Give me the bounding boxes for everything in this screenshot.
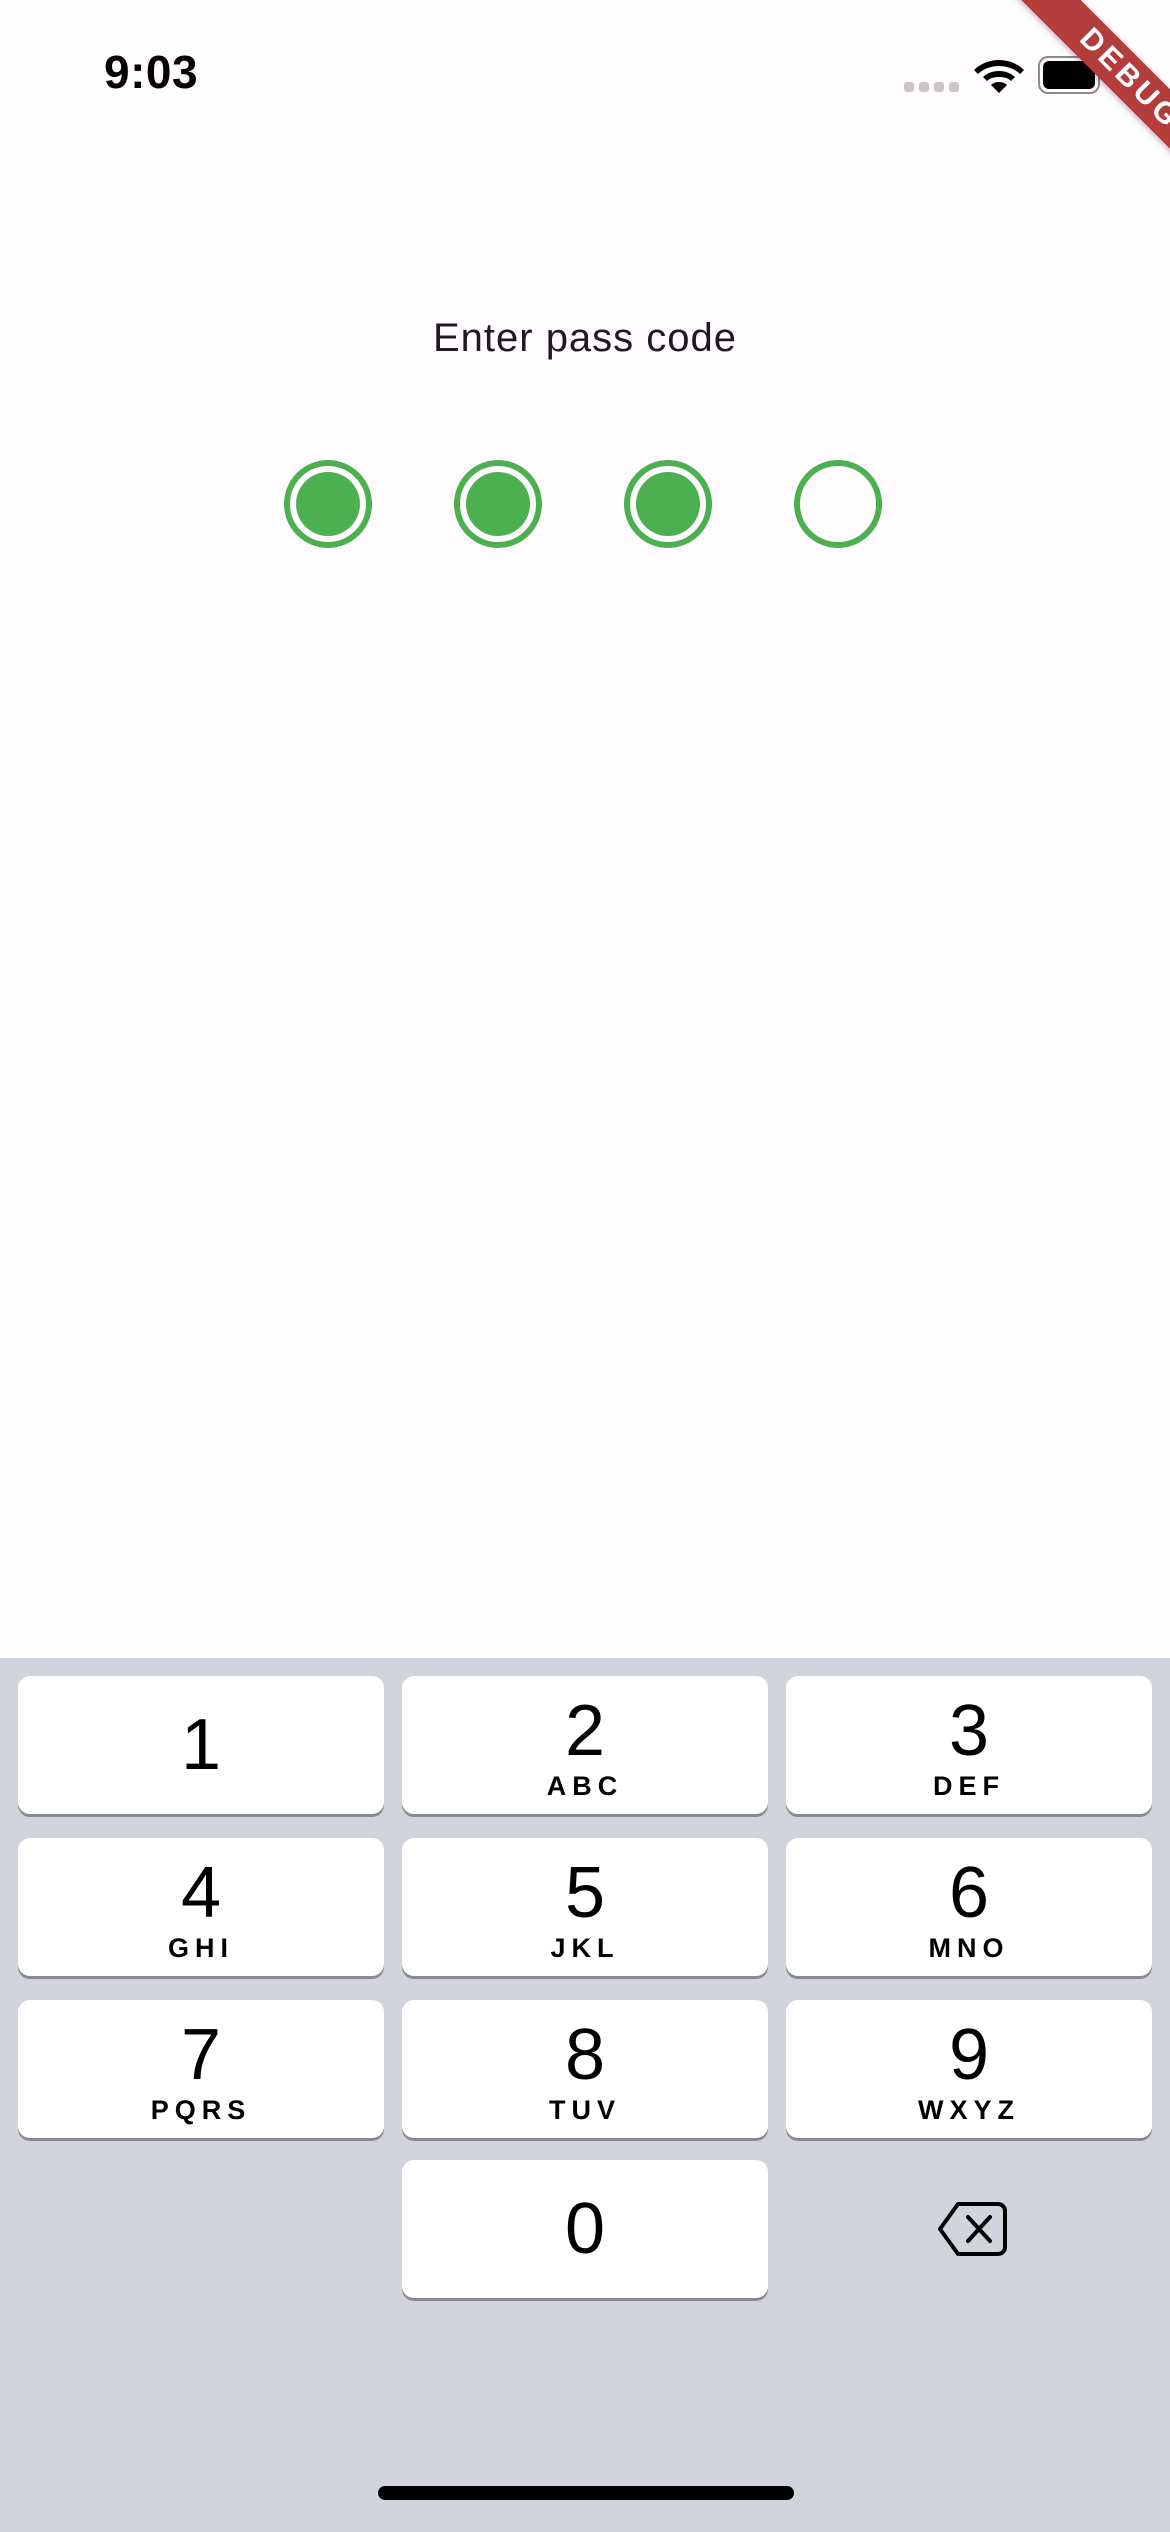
key-digit: 6 — [948, 1853, 990, 1933]
delete-button[interactable] — [786, 2160, 1152, 2298]
key-letters: PQRS — [150, 2095, 252, 2125]
passcode-dot — [454, 460, 542, 548]
passcode-indicator — [284, 460, 888, 548]
key-7[interactable]: 7 PQRS — [18, 2000, 384, 2138]
key-digit: 1 — [180, 1705, 222, 1785]
key-4[interactable]: 4 GHI — [18, 1838, 384, 1976]
wifi-icon — [974, 60, 1024, 93]
backspace-icon — [938, 2202, 1007, 2256]
key-digit: 3 — [948, 1691, 990, 1771]
status-time: 9:03 — [104, 46, 199, 98]
key-1[interactable]: 1 — [18, 1676, 384, 1814]
key-3[interactable]: 3 DEF — [786, 1676, 1152, 1814]
passcode-dot — [284, 460, 372, 548]
key-letters: WXYZ — [918, 2095, 1020, 2125]
passcode-dot — [794, 460, 882, 548]
key-2[interactable]: 2 ABC — [402, 1676, 768, 1814]
key-digit: 2 — [564, 1691, 606, 1771]
key-letters: ABC — [546, 1771, 624, 1801]
key-digit: 7 — [180, 2015, 222, 2095]
numeric-keypad: 1 2 ABC 3 DEF 4 GHI 5 JKL 6 MNO 7 PQRS 8… — [0, 1658, 1170, 2532]
key-8[interactable]: 8 TUV — [402, 2000, 768, 2138]
key-5[interactable]: 5 JKL — [402, 1838, 768, 1976]
key-digit: 4 — [180, 1853, 222, 1933]
status-bar: 9:03 — [0, 0, 1170, 140]
key-letters: TUV — [549, 2095, 621, 2125]
key-digit: 9 — [948, 2015, 990, 2095]
key-letters: GHI — [167, 1933, 234, 1963]
key-letters: MNO — [928, 1933, 1010, 1963]
signal-icon — [904, 82, 959, 92]
battery-icon — [1038, 56, 1107, 94]
key-0[interactable]: 0 — [402, 2160, 768, 2298]
key-letters: DEF — [933, 1771, 1005, 1801]
key-letters: JKL — [550, 1933, 620, 1963]
passcode-prompt: Enter pass code — [432, 316, 738, 360]
key-digit: 5 — [564, 1853, 606, 1933]
home-indicator[interactable] — [378, 2486, 794, 2500]
key-6[interactable]: 6 MNO — [786, 1838, 1152, 1976]
key-digit: 8 — [564, 2015, 606, 2095]
passcode-dot — [624, 460, 712, 548]
key-digit: 0 — [564, 2189, 606, 2269]
key-9[interactable]: 9 WXYZ — [786, 2000, 1152, 2138]
